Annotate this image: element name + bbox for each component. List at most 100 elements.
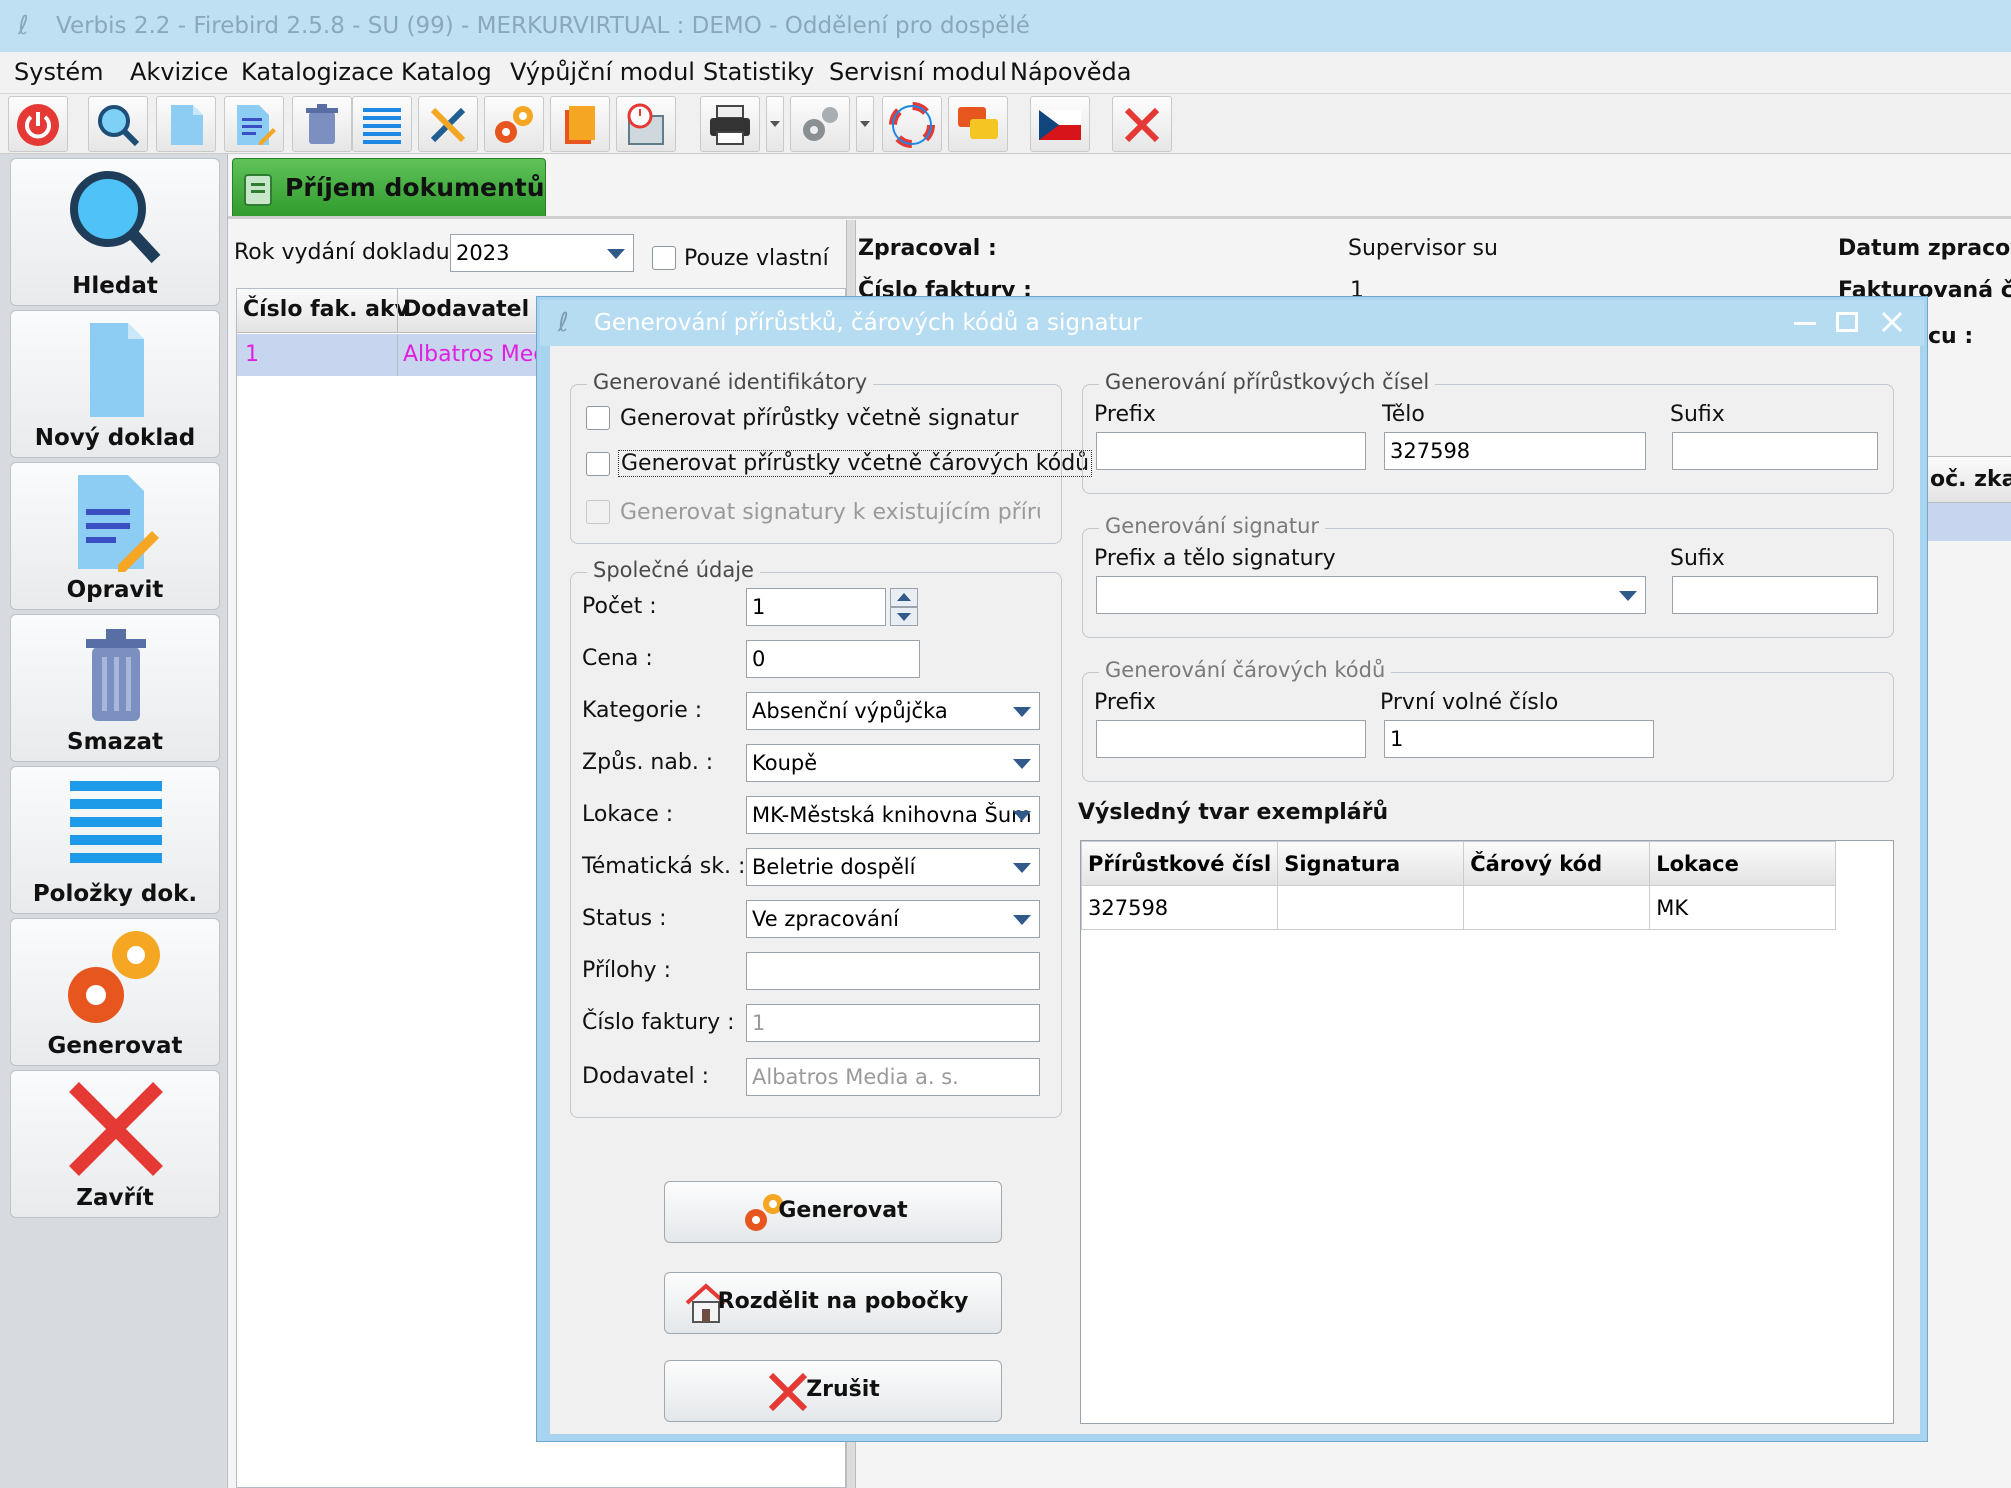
toolbar-config-button[interactable] — [790, 96, 850, 152]
status-select[interactable]: Ve zpracování — [746, 900, 1040, 938]
location-label: Lokace : — [582, 802, 674, 827]
count-value: 1 — [752, 595, 766, 619]
menu-akvizice[interactable]: Akvizice — [130, 58, 228, 86]
dialog-title-bar[interactable]: ℓ Generování přírůstků, čárových kódů a … — [540, 300, 1924, 346]
edit-document-icon — [237, 105, 276, 145]
signature-suffix-input[interactable] — [1672, 576, 1878, 614]
toolbar-messages-button[interactable] — [948, 96, 1008, 152]
result-header-signature[interactable]: Signatura — [1277, 841, 1465, 886]
signature-group-title: Generování signatur — [1099, 514, 1326, 538]
toolbar — [0, 94, 2011, 154]
menu-statistiky[interactable]: Statistiky — [703, 58, 814, 86]
toolbar-help-button[interactable] — [882, 96, 942, 152]
thematic-group-select[interactable]: Beletrie dospělí — [746, 848, 1040, 886]
generate-with-barcodes-checkbox[interactable] — [586, 452, 610, 476]
own-only-checkbox[interactable] — [652, 246, 676, 270]
right-grid: oč. zkat — [1928, 456, 2011, 541]
menu-katalog[interactable]: Katalog — [401, 58, 492, 86]
generate-button-label: Generovat — [47, 1033, 183, 1059]
result-header-location[interactable]: Lokace — [1649, 841, 1837, 886]
document-items-button[interactable]: Položky dok. — [10, 766, 220, 914]
grid-header-invoice[interactable]: Číslo fak. akv — [243, 297, 409, 322]
menu-system[interactable]: Systém — [14, 58, 104, 86]
signature-prefix-select[interactable] — [1096, 576, 1646, 614]
location-select[interactable]: MK-Městská knihovna Šum — [746, 796, 1040, 834]
accession-body-value: 327598 — [1390, 439, 1471, 463]
count-spin-down[interactable] — [890, 607, 918, 626]
toolbar-new-button[interactable] — [156, 96, 216, 152]
edit-button-label: Opravit — [66, 577, 164, 603]
price-input[interactable]: 0 — [746, 640, 920, 678]
barcode-prefix-input[interactable] — [1096, 720, 1366, 758]
supplier-input[interactable]: Albatros Media a. s. — [746, 1058, 1040, 1096]
window-title-bar: ℓ Verbis 2.2 - Firebird 2.5.8 - SU (99) … — [0, 0, 2011, 52]
menu-vypujcni-modul[interactable]: Výpůjční modul — [510, 58, 695, 86]
right-grid-row[interactable] — [1928, 503, 2011, 541]
accession-suffix-input[interactable] — [1672, 432, 1878, 470]
price-label: Cena : — [582, 646, 653, 671]
result-header-barcode[interactable]: Čárový kód — [1463, 841, 1651, 886]
year-value: 2023 — [456, 241, 510, 265]
own-only-label: Pouze vlastní — [684, 246, 829, 271]
signature-prefix-label: Prefix a tělo signatury — [1094, 546, 1336, 571]
common-data-group-title: Společné údaje — [587, 558, 760, 582]
search-button[interactable]: Hledat — [10, 158, 220, 306]
acquisition-method-select[interactable]: Koupě — [746, 744, 1040, 782]
generate-signatures-existing-checkbox[interactable] — [586, 500, 610, 524]
menu-napoveda[interactable]: Nápověda — [1010, 58, 1132, 86]
toolbar-language-button[interactable] — [1030, 96, 1090, 152]
supplier-value: Albatros Media a. s. — [752, 1065, 959, 1089]
cancel-button[interactable]: Zrušit — [664, 1360, 1002, 1422]
result-header-accession[interactable]: Přírůstkové čísl — [1080, 841, 1279, 886]
split-branches-button[interactable]: Rozdělit na pobočky — [664, 1272, 1002, 1334]
delete-button[interactable]: Smazat — [10, 614, 220, 762]
toolbar-config-dropdown[interactable] — [856, 96, 874, 152]
toolbar-delete-button[interactable] — [292, 96, 352, 152]
edit-document-icon — [78, 475, 159, 572]
count-header[interactable]: oč. zkat — [1930, 467, 2011, 492]
barcode-first-input[interactable]: 1 — [1384, 720, 1654, 758]
minimize-icon[interactable] — [1794, 322, 1816, 325]
close-button-label: Zavřít — [76, 1185, 154, 1211]
toolbar-tools-button[interactable] — [418, 96, 478, 152]
toolbar-books-button[interactable] — [550, 96, 610, 152]
close-button[interactable]: Zavřít — [10, 1070, 220, 1218]
count-input[interactable]: 1 — [746, 588, 886, 626]
edit-button[interactable]: Opravit — [10, 462, 220, 610]
document-items-button-label: Položky dok. — [32, 881, 198, 907]
accession-prefix-input[interactable] — [1096, 432, 1366, 470]
toolbar-list-button[interactable] — [352, 96, 412, 152]
year-select[interactable]: 2023 — [450, 234, 634, 272]
toolbar-close-button[interactable] — [1112, 96, 1172, 152]
toolbar-print-button[interactable] — [700, 96, 760, 152]
category-select[interactable]: Absenční výpůjčka — [746, 692, 1040, 730]
toolbar-search-button[interactable] — [88, 96, 148, 152]
accession-body-input[interactable]: 327598 — [1384, 432, 1646, 470]
toolbar-print-dropdown[interactable] — [766, 96, 784, 152]
grid-header-supplier[interactable]: Dodavatel — [403, 297, 529, 322]
table-row[interactable]: 327598 MK — [1080, 885, 1837, 930]
result-cell-signature — [1277, 885, 1465, 930]
attachments-input[interactable] — [746, 952, 1040, 990]
count-spin-up[interactable] — [890, 588, 918, 607]
toolbar-power-button[interactable] — [8, 96, 68, 152]
toolbar-calendar-button[interactable] — [616, 96, 676, 152]
new-document-button-label: Nový doklad — [34, 425, 196, 451]
generate-with-signatures-checkbox[interactable] — [586, 406, 610, 430]
dialog-generate-button[interactable]: Generovat — [664, 1181, 1002, 1243]
close-icon[interactable] — [1880, 310, 1904, 334]
new-document-button[interactable]: Nový doklad — [10, 310, 220, 458]
chat-icon — [958, 107, 998, 139]
result-title: Výsledný tvar exemplářů — [1078, 800, 1389, 825]
toolbar-edit-button[interactable] — [224, 96, 284, 152]
invoice-number-input[interactable]: 1 — [746, 1004, 1040, 1042]
menu-servisni-modul[interactable]: Servisní modul — [829, 58, 1007, 86]
tab-prijem-dokumentu[interactable]: Příjem dokumentů — [232, 158, 546, 218]
generate-button[interactable]: Generovat — [10, 918, 220, 1066]
menu-katalogizace[interactable]: Katalogizace — [241, 58, 394, 86]
new-document-icon — [90, 323, 144, 417]
thematic-group-label: Tématická sk. : — [582, 854, 746, 879]
maximize-icon[interactable] — [1836, 312, 1858, 332]
toolbar-settings-button[interactable] — [484, 96, 544, 152]
list-icon — [363, 108, 401, 144]
